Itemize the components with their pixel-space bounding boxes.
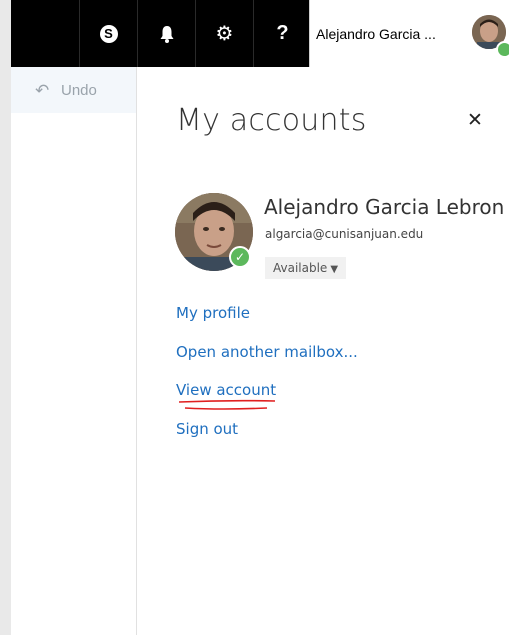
annotation-underline	[178, 399, 276, 410]
skype-icon: S	[99, 24, 118, 43]
account-email: algarcia@cunisanjuan.edu	[265, 227, 424, 241]
gear-icon: ⚙	[215, 23, 234, 45]
sign-out-link[interactable]: Sign out	[176, 420, 238, 438]
presence-check-icon: ✓	[229, 246, 251, 268]
help-icon: ?	[276, 22, 289, 44]
user-name-label: Alejandro Garcia ...	[316, 26, 436, 42]
close-icon[interactable]: ✕	[467, 109, 483, 132]
my-profile-link[interactable]: My profile	[176, 304, 250, 322]
notifications-button[interactable]	[137, 0, 195, 67]
undo-label: Undo	[61, 82, 97, 99]
open-another-mailbox-link[interactable]: Open another mailbox...	[176, 343, 358, 361]
chevron-down-icon: ▼	[330, 264, 339, 275]
settings-button[interactable]: ⚙	[195, 0, 253, 67]
bell-icon	[160, 25, 173, 43]
my-accounts-panel: My accounts ✕ ✓ Alejandro Garcia Lebron …	[137, 67, 509, 635]
presence-badge	[496, 41, 509, 58]
help-button[interactable]: ?	[253, 0, 311, 67]
left-column: ↶ Undo	[11, 67, 137, 635]
top-bar: S ⚙ ? Alejandro Garcia ...	[11, 0, 509, 67]
account-button[interactable]: Alejandro Garcia ...	[309, 0, 509, 67]
status-dropdown[interactable]: Available ▼	[265, 257, 347, 279]
account-full-name: Alejandro Garcia Lebron	[264, 195, 505, 219]
skype-button[interactable]: S	[79, 0, 137, 67]
undo-icon: ↶	[35, 81, 50, 100]
undo-button[interactable]: ↶ Undo	[11, 67, 136, 113]
status-label: Available	[273, 261, 328, 275]
panel-title: My accounts	[176, 103, 367, 138]
view-account-link[interactable]: View account	[176, 381, 276, 399]
